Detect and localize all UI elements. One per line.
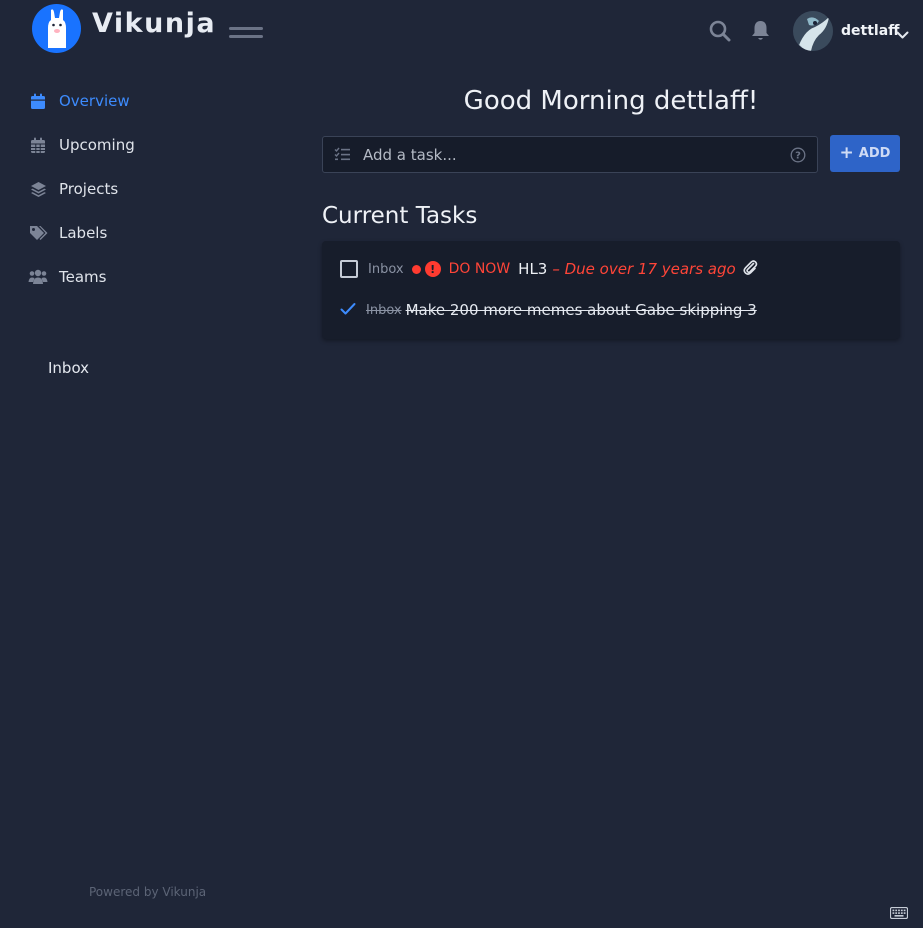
app-name[interactable]: Vikunja <box>92 8 216 39</box>
sidebar-item-label: Upcoming <box>59 136 135 154</box>
paperclip-icon <box>742 259 758 279</box>
page-title: Good Morning dettlaff! <box>463 86 759 116</box>
sidebar-item-projects[interactable]: Projects <box>28 177 118 201</box>
powered-by: Powered by Vikunja <box>89 885 206 899</box>
menu-icon[interactable] <box>229 24 263 40</box>
layers-icon <box>28 179 48 199</box>
add-task-button[interactable]: + ADD <box>830 135 900 172</box>
users-icon <box>28 267 48 287</box>
priority-alert-icon: ! <box>424 261 441 277</box>
username[interactable]: dettlaff <box>841 23 900 39</box>
task-project[interactable]: Inbox <box>366 303 402 318</box>
calendar-icon <box>28 91 48 111</box>
list-item[interactable]: Inbox ! DO NOW HL3 – Due over 17 years a… <box>340 259 758 279</box>
priority-label: DO NOW <box>448 261 511 277</box>
sidebar-item-overview[interactable]: Overview <box>28 89 130 113</box>
task-due: – Due over 17 years ago <box>552 260 736 278</box>
task-project[interactable]: Inbox <box>368 262 404 277</box>
calendar-grid-icon <box>28 135 48 155</box>
keyboard-icon[interactable] <box>889 904 909 923</box>
task-title[interactable]: HL3 <box>518 260 547 278</box>
help-icon[interactable]: ? <box>790 147 806 167</box>
add-button-label: ADD <box>858 146 891 161</box>
sidebar-project-inbox[interactable]: Inbox <box>48 359 89 377</box>
task-list-icon <box>334 147 351 166</box>
task-title[interactable]: Make 200 more memes about Gabe skipping … <box>406 301 757 319</box>
powered-by-link[interactable]: Vikunja <box>162 885 206 899</box>
plus-icon: + <box>839 143 854 163</box>
sidebar-item-teams[interactable]: Teams <box>28 265 106 289</box>
sidebar-item-label: Projects <box>59 180 119 198</box>
task-list: Inbox ! DO NOW HL3 – Due over 17 years a… <box>322 241 900 339</box>
bell-icon[interactable] <box>751 20 770 46</box>
sidebar-item-label: Labels <box>59 224 108 242</box>
sidebar-item-upcoming[interactable]: Upcoming <box>28 133 135 157</box>
tags-icon <box>28 223 48 243</box>
avatar[interactable] <box>793 11 833 51</box>
section-title: Current Tasks <box>322 203 478 229</box>
sidebar-item-labels[interactable]: Labels <box>28 221 107 245</box>
vikunja-logo-icon[interactable] <box>32 4 81 53</box>
powered-by-prefix: Powered by <box>89 885 163 899</box>
chevron-down-icon[interactable] <box>896 25 909 44</box>
priority-dot-icon <box>411 264 421 274</box>
add-task-input[interactable] <box>363 137 773 172</box>
svg-text:?: ? <box>795 151 801 162</box>
add-task-box: ? <box>322 136 818 173</box>
check-icon[interactable] <box>340 301 356 320</box>
search-icon[interactable] <box>709 20 731 46</box>
task-checkbox[interactable] <box>340 260 358 278</box>
list-item[interactable]: Inbox Make 200 more memes about Gabe ski… <box>340 300 757 320</box>
sidebar-item-label: Overview <box>59 92 130 110</box>
sidebar-item-label: Teams <box>59 268 107 286</box>
